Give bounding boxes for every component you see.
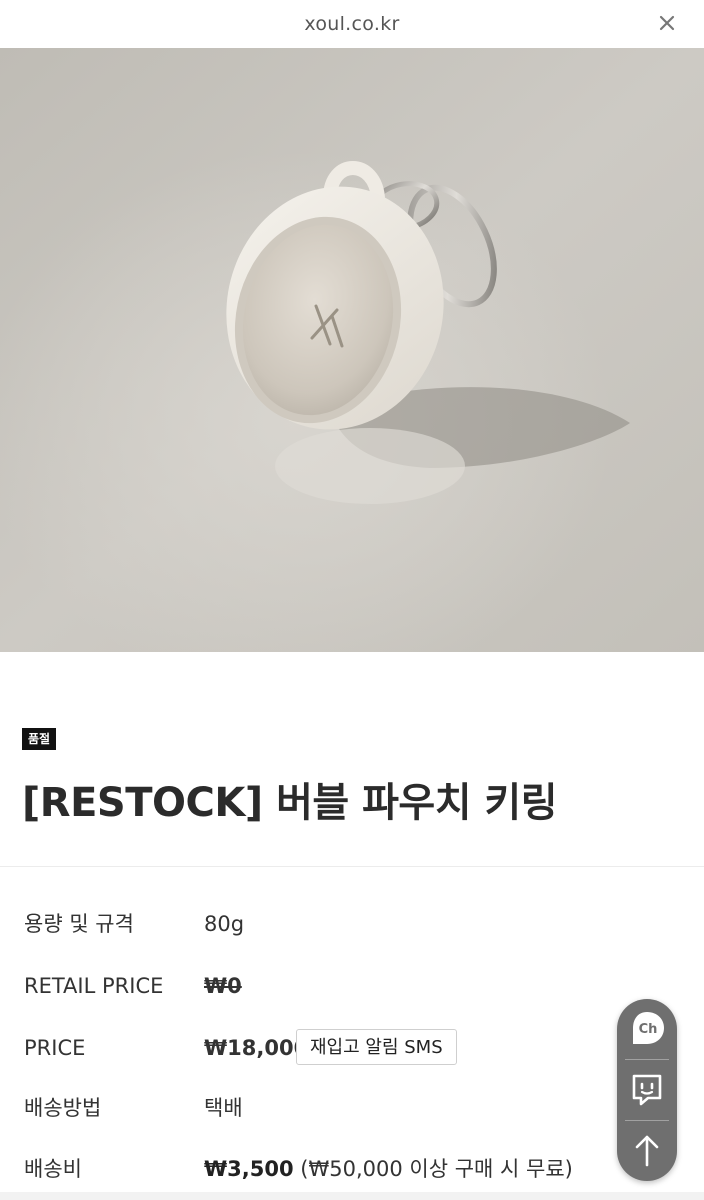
scroll-top-icon[interactable]	[617, 1121, 677, 1181]
spec-label: RETAIL PRICE	[24, 974, 164, 998]
page-url: xoul.co.kr	[304, 13, 400, 35]
status-badge: 품절	[22, 728, 57, 750]
spec-label: 용량 및 규격	[24, 912, 134, 936]
spec-row-shipping-method: 배송방법 택배	[24, 1091, 624, 1125]
product-image	[0, 48, 704, 652]
spec-label: PRICE	[24, 1036, 86, 1060]
product-title: [RESTOCK] 버블 파우치 키링	[22, 780, 558, 826]
retail-price-value: ₩0	[204, 974, 242, 998]
spec-label: 배송비	[24, 1157, 82, 1181]
channel-talk-icon[interactable]: Ch	[617, 999, 677, 1059]
chat-icon[interactable]	[617, 1060, 677, 1120]
shipping-fee: ₩3,500 (₩50,000 이상 구매 시 무료)	[204, 1152, 573, 1186]
spec-row-weight: 용량 및 규격 80g	[24, 907, 624, 941]
close-icon[interactable]	[654, 10, 680, 36]
spec-row-shipping-fee: 배송비 ₩3,500 (₩50,000 이상 구매 시 무료)	[24, 1152, 624, 1186]
channel-label: Ch	[639, 1022, 658, 1037]
spec-row-retail-price: RETAIL PRICE ₩0	[24, 969, 624, 1003]
shipping-fee-value: ₩3,500	[204, 1157, 294, 1181]
spec-row-price: PRICE ₩18,000 재입고 알림 SMS	[24, 1029, 624, 1065]
spec-label: 배송방법	[24, 1096, 102, 1120]
floating-menu: Ch	[617, 999, 677, 1181]
browser-bar: xoul.co.kr	[0, 0, 704, 49]
restock-sms-button[interactable]: 재입고 알림 SMS	[296, 1029, 457, 1065]
price-value: ₩18,000	[204, 1036, 309, 1060]
spec-value: 택배	[204, 1096, 243, 1120]
shipping-fee-note: (₩50,000 이상 구매 시 무료)	[300, 1157, 573, 1181]
spec-value: 80g	[204, 912, 245, 936]
bottom-strip	[0, 1192, 704, 1200]
divider	[0, 866, 704, 867]
